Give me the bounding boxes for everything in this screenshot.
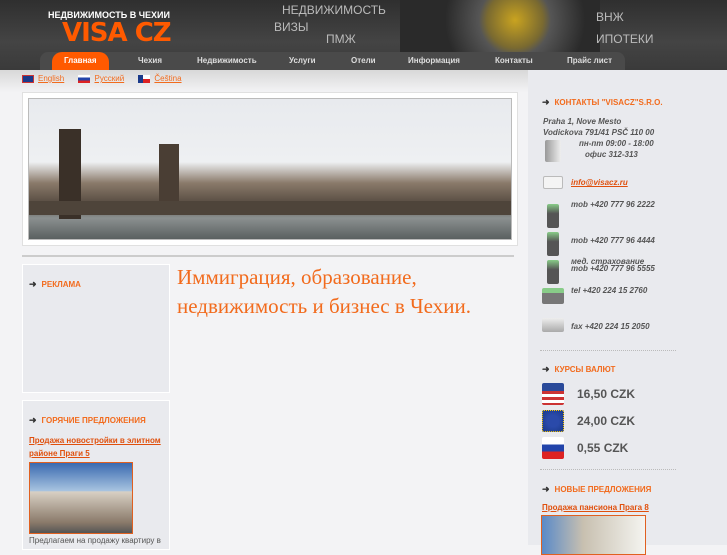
ads-title: РЕКЛАМА: [41, 280, 81, 289]
page-headline: Иммиграция, образование, недвижимость и …: [177, 265, 471, 318]
russia-flag-icon: [78, 74, 91, 83]
arrow-icon: ➜: [542, 484, 550, 494]
language-switcher: English Русский Čeština: [22, 74, 194, 85]
rub-flag-icon: [542, 437, 564, 459]
rub-rate: 0,55 CZK: [577, 441, 629, 455]
divider: [22, 255, 514, 257]
czech-flag-icon: [138, 74, 151, 83]
arrow-icon: ➜: [542, 97, 550, 107]
header: НЕДВИЖИМОСТЬ В ЧЕХИИ VISA CZ НЕДВИЖИМОСТ…: [0, 0, 727, 70]
uk-flag-icon: [22, 74, 34, 83]
office-hours: пн-пт 09:00 - 18:00: [579, 139, 654, 148]
divider: [540, 350, 676, 351]
eur-rate: 24,00 CZK: [577, 414, 636, 428]
nav-pricelist[interactable]: Прайс лист: [567, 56, 612, 65]
mobile-2: mob +420 777 96 4444: [571, 236, 655, 245]
new-offer-image[interactable]: [541, 515, 646, 555]
lang-czech[interactable]: Čeština: [154, 74, 181, 83]
arrow-icon: ➜: [29, 279, 37, 289]
hot-offer-text: Предлагаем на продажу квартиру в: [29, 536, 161, 545]
usd-rate: 16,50 CZK: [577, 387, 636, 401]
lang-english[interactable]: English: [38, 74, 64, 83]
mobile-phone-icon: [547, 260, 559, 284]
address-line-1: Praha 1, Nove Mesto: [543, 117, 622, 126]
contacts-title: КОНТАКТЫ "VISACZ"S.R.O.: [554, 98, 663, 107]
email-link[interactable]: info@visacz.ru: [571, 178, 628, 187]
hot-offers-box: ➜ ГОРЯЧИЕ ПРЕДЛОЖЕНИЯ Продажа новостройки…: [22, 400, 170, 550]
address-line-2: Vodickova 791/41 PSČ 110 00: [543, 128, 655, 137]
nav-contacts[interactable]: Контакты: [495, 56, 533, 65]
astronomical-clock-image: [400, 0, 600, 52]
hot-offer-image[interactable]: [29, 462, 133, 534]
envelope-icon: [543, 176, 563, 189]
building-icon: [545, 140, 561, 162]
header-word: ИПОТЕКИ: [596, 32, 654, 46]
usd-flag-icon: [542, 383, 564, 405]
arrow-icon: ➜: [542, 364, 550, 374]
logo[interactable]: VISA CZ: [62, 18, 172, 48]
mobile-3: mob +420 777 96 5555: [571, 264, 655, 273]
ads-box: ➜ РЕКЛАМА: [22, 264, 170, 393]
new-offer-link[interactable]: Продажа пансиона Прага 8: [542, 501, 649, 514]
hot-offer-link[interactable]: Продажа новостройки в элитном районе Пра…: [29, 434, 163, 460]
fax: fax +420 224 15 2050: [571, 322, 650, 331]
nav-home[interactable]: Главная: [52, 52, 109, 70]
new-offers-title: НОВЫЕ ПРЕДЛОЖЕНИЯ: [554, 485, 652, 494]
telephone: tel +420 224 15 2760: [571, 286, 648, 295]
office-number: офис 312-313: [585, 150, 638, 159]
header-word: ВНЖ: [596, 10, 624, 24]
banner: [22, 92, 518, 246]
eur-flag-icon: [542, 410, 564, 432]
mobile-phone-icon: [547, 232, 559, 256]
fax-icon: [542, 318, 564, 332]
nav-czech[interactable]: Чехия: [138, 56, 162, 65]
telephone-icon: [542, 288, 564, 304]
charles-bridge-photo: [28, 98, 512, 240]
mobile-1: mob +420 777 96 2222: [571, 200, 655, 209]
nav-realty[interactable]: Недвижимость: [197, 56, 257, 65]
hot-title: ГОРЯЧИЕ ПРЕДЛОЖЕНИЯ: [41, 416, 146, 425]
arrow-icon: ➜: [29, 415, 37, 425]
main-nav: Главная Чехия Недвижимость Услуги Отели …: [40, 52, 625, 70]
header-word: ПМЖ: [326, 32, 356, 46]
lang-russian[interactable]: Русский: [94, 74, 124, 83]
divider: [540, 469, 676, 470]
header-word: ВИЗЫ: [274, 20, 309, 34]
mobile-phone-icon: [547, 204, 559, 228]
header-word: НЕДВИЖИМОСТЬ: [282, 3, 386, 17]
rates-title: КУРСЫ ВАЛЮТ: [554, 365, 616, 374]
nav-services[interactable]: Услуги: [289, 56, 316, 65]
nav-info[interactable]: Информация: [408, 56, 460, 65]
nav-hotels[interactable]: Отели: [351, 56, 376, 65]
